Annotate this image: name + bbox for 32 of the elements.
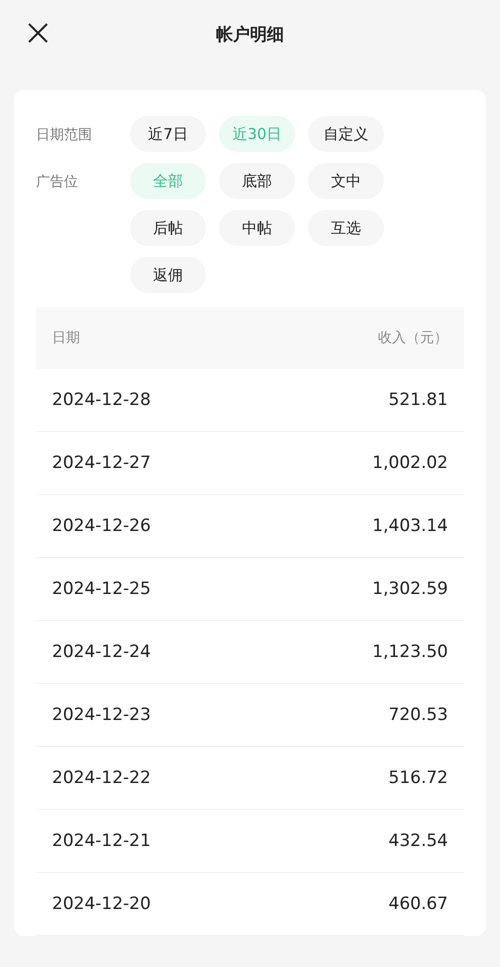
table-cell: 2024-12-22 [52, 768, 151, 788]
table-cell: 1,403.14 [372, 516, 448, 536]
filter-chip[interactable]: 后帖 [130, 210, 206, 246]
table-cell: 2024-12-27 [52, 453, 151, 473]
page-title: 帐户明细 [216, 24, 284, 46]
table-cell: 2024-12-24 [52, 642, 151, 662]
filter-chip[interactable]: 自定义 [308, 116, 384, 152]
table-cell: 2024-12-21 [52, 831, 151, 851]
table-cell: 720.53 [388, 705, 448, 725]
table-cell: 2024-12-25 [52, 579, 151, 599]
table-cell: 1,002.02 [372, 453, 448, 473]
filter-chip[interactable]: 返佣 [130, 257, 206, 293]
filter-chip[interactable]: 互选 [308, 210, 384, 246]
filter-label: 日期范围 [36, 126, 93, 145]
table-cell: 2024-12-28 [52, 390, 151, 410]
close-icon[interactable] [27, 22, 49, 44]
column-header: 收入（元） [378, 329, 448, 347]
table-cell: 521.81 [388, 390, 448, 410]
table-cell: 1,302.59 [372, 579, 448, 599]
column-header: 日期 [52, 329, 80, 347]
filter-chip[interactable]: 中帖 [219, 210, 295, 246]
table-cell: 2024-12-20 [52, 894, 151, 914]
table-cell: 2024-12-23 [52, 705, 151, 725]
filter-chip[interactable]: 文中 [308, 163, 384, 199]
table-cell: 460.67 [388, 894, 448, 914]
filter-label: 广告位 [36, 173, 79, 192]
filter-chip[interactable]: 底部 [219, 163, 295, 199]
filter-chip[interactable]: 近7日 [130, 116, 206, 152]
table-cell: 432.54 [388, 831, 448, 851]
table-cell: 516.72 [388, 768, 448, 788]
table-cell: 1,123.50 [372, 642, 448, 662]
table-cell: 2024-12-26 [52, 516, 151, 536]
